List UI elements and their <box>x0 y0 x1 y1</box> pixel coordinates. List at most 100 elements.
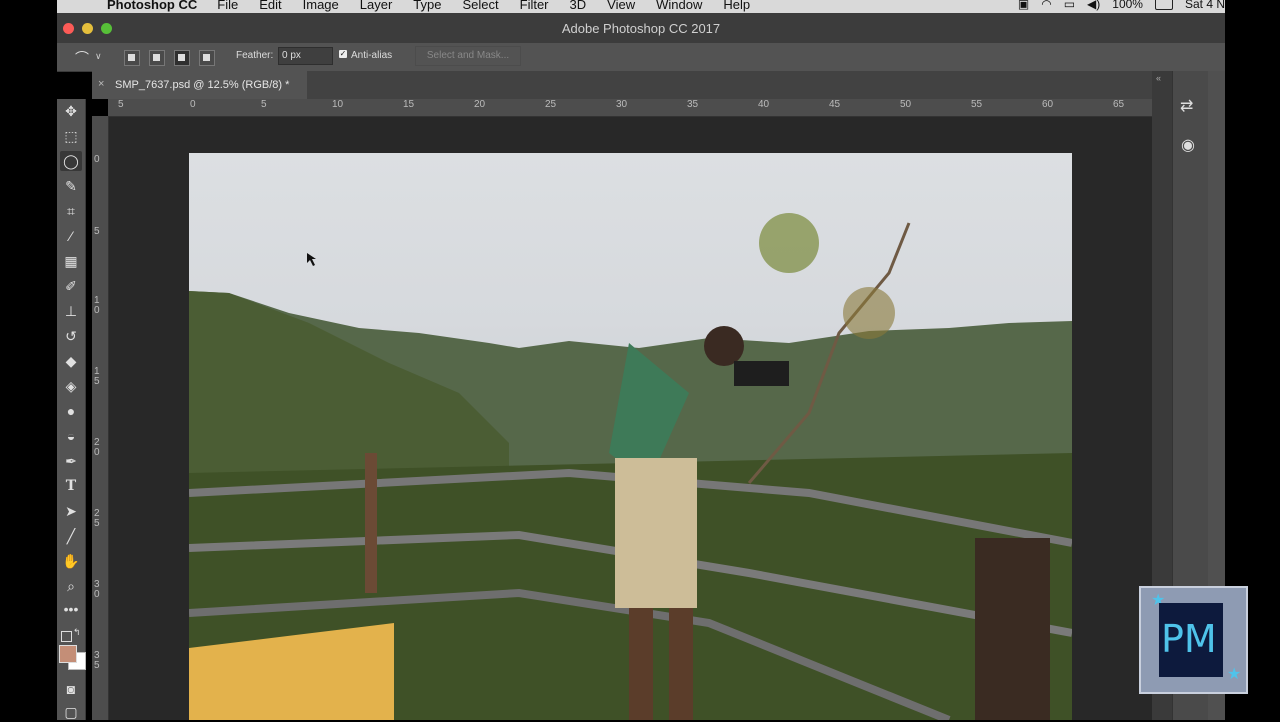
ruler-label: 5 <box>94 226 100 237</box>
foreground-color-swatch[interactable] <box>59 645 77 663</box>
channel-logo: ★ PM ★ <box>1139 586 1248 694</box>
default-colors-icon[interactable] <box>61 631 72 642</box>
menu-layer[interactable]: Layer <box>360 0 393 12</box>
gradient-tool-icon[interactable]: ◈ <box>60 376 82 396</box>
canvas-area[interactable] <box>109 117 1152 720</box>
ruler-label: 50 <box>900 99 912 110</box>
screen-mode-icon[interactable]: ▢ <box>60 702 82 722</box>
marquee-tool-icon[interactable]: ⬚ <box>60 126 82 146</box>
path-selection-tool-icon[interactable]: ➤ <box>60 501 82 521</box>
ruler-label: 0 <box>190 99 196 110</box>
window-title-bar: Adobe Photoshop CC 2017 <box>57 13 1225 43</box>
eyedropper-tool-icon[interactable]: ⁄ <box>60 226 82 246</box>
zoom-tool-icon[interactable]: ⌕ <box>60 576 82 596</box>
dodge-tool-icon[interactable]: ◒ <box>60 426 82 446</box>
subtract-from-selection-button[interactable] <box>174 50 190 66</box>
antialias-checkbox[interactable]: ✓ <box>339 50 347 58</box>
move-tool-icon[interactable]: ✥ <box>60 101 82 121</box>
lasso-preset-icon[interactable]: ⌒ <box>75 48 89 68</box>
eraser-tool-icon[interactable]: ◆ <box>60 351 82 371</box>
star-icon: ★ <box>1227 666 1242 683</box>
quick-select-tool-icon[interactable]: ✎ <box>60 176 82 196</box>
ruler-label: 3 0 <box>94 579 100 600</box>
options-bar: ⌒ ∨ Feather: 0 px ✓ Anti-alias Select an… <box>57 43 1225 72</box>
ruler-label: 40 <box>758 99 770 110</box>
quick-mask-icon[interactable]: ◙ <box>60 679 82 699</box>
menu-file[interactable]: File <box>217 0 238 12</box>
ruler-label: 15 <box>403 99 415 110</box>
airplay-icon[interactable]: ▭ <box>1064 0 1075 11</box>
ruler-label: 2 5 <box>94 508 100 529</box>
menu-help[interactable]: Help <box>723 0 750 12</box>
close-tab-icon[interactable]: × <box>98 78 104 90</box>
camera-status-icon[interactable]: ▣ <box>1018 0 1029 11</box>
swap-colors-icon[interactable]: ↰ <box>73 627 81 638</box>
window-title: Adobe Photoshop CC 2017 <box>561 21 721 36</box>
menu-window[interactable]: Window <box>656 0 702 12</box>
menu-3d[interactable]: 3D <box>570 0 587 12</box>
line-tool-icon[interactable]: ╱ <box>60 526 82 546</box>
ruler-label: 5 <box>261 99 267 110</box>
properties-panel-icon[interactable]: ⇄ <box>1180 96 1193 116</box>
menu-app-name[interactable]: Photoshop CC <box>107 0 197 12</box>
photo-illustration <box>189 213 1072 720</box>
type-tool-icon[interactable]: T <box>60 476 82 496</box>
ruler-label: 25 <box>545 99 557 110</box>
chevron-down-icon[interactable]: ∨ <box>95 51 102 62</box>
menu-select[interactable]: Select <box>462 0 498 12</box>
ruler-label: 1 5 <box>94 366 100 387</box>
ruler-label: 45 <box>829 99 841 110</box>
tools-panel: ✥ ⬚ ◯ ✎ ⌗ ⁄ ▦ ✐ ⊥ ↺ ◆ ◈ ● ◒ ✒ T ➤ ╱ ✋ ⌕ … <box>57 99 86 720</box>
ruler-label: 10 <box>332 99 344 110</box>
document-tab-bar: × SMP_7637.psd @ 12.5% (RGB/8) * <box>92 71 1154 99</box>
menu-view[interactable]: View <box>607 0 635 12</box>
ruler-label: 20 <box>474 99 486 110</box>
menu-filter[interactable]: Filter <box>520 0 549 12</box>
brush-tool-icon[interactable]: ✐ <box>60 276 82 296</box>
battery-icon[interactable] <box>1154 0 1173 10</box>
clone-stamp-tool-icon[interactable]: ⊥ <box>60 301 82 321</box>
ruler-label: 3 5 <box>94 650 100 671</box>
ruler-label: 0 <box>94 154 100 165</box>
lasso-tool-icon[interactable]: ◯ <box>60 151 82 171</box>
ruler-label: 60 <box>1042 99 1054 110</box>
antialias-label: Anti-alias <box>351 50 393 61</box>
document-tab[interactable]: × SMP_7637.psd @ 12.5% (RGB/8) * <box>92 71 307 99</box>
document-image[interactable] <box>189 153 1072 720</box>
menu-image[interactable]: Image <box>303 0 339 12</box>
menu-clock[interactable]: Sat 4 N <box>1185 0 1225 11</box>
hand-tool-icon[interactable]: ✋ <box>60 551 82 571</box>
horizontal-ruler: 5 0 5 10 15 20 25 30 35 40 45 50 55 60 6… <box>108 99 1152 117</box>
ruler-label: 1 0 <box>94 295 100 316</box>
menu-type[interactable]: Type <box>413 0 441 12</box>
ruler-label: 55 <box>971 99 983 110</box>
feather-input[interactable]: 0 px <box>278 47 333 65</box>
battery-percent: 100% <box>1112 0 1143 11</box>
logo-mark: PM <box>1159 603 1223 677</box>
healing-brush-tool-icon[interactable]: ▦ <box>60 251 82 271</box>
collapse-panels-icon[interactable]: « <box>1156 73 1161 83</box>
macos-menu-bar: Photoshop CC File Edit Image Layer Type … <box>57 0 1225 13</box>
wifi-icon[interactable]: ◠ <box>1041 0 1051 11</box>
logo-text: PM <box>1161 617 1217 661</box>
crop-tool-icon[interactable]: ⌗ <box>60 201 82 221</box>
volume-icon[interactable]: ◀) <box>1087 0 1100 11</box>
ruler-label: 35 <box>687 99 699 110</box>
new-selection-button[interactable] <box>124 50 140 66</box>
feather-label: Feather: <box>236 50 274 61</box>
ruler-label: 30 <box>616 99 628 110</box>
intersect-selection-button[interactable] <box>199 50 215 66</box>
pen-tool-icon[interactable]: ✒ <box>60 451 82 471</box>
blur-tool-icon[interactable]: ● <box>60 401 82 421</box>
ruler-label: 2 0 <box>94 437 100 458</box>
vertical-ruler: 0 5 1 0 1 5 2 0 2 5 3 0 3 5 <box>92 116 109 720</box>
camera-panel-icon[interactable]: ◉ <box>1181 135 1195 155</box>
left-black-margin <box>0 0 57 720</box>
add-to-selection-button[interactable] <box>149 50 165 66</box>
ruler-label: 5 <box>118 99 124 110</box>
more-tools-icon[interactable]: ••• <box>60 599 82 619</box>
ruler-label: 65 <box>1113 99 1125 110</box>
select-and-mask-button[interactable]: Select and Mask... <box>415 46 521 66</box>
menu-edit[interactable]: Edit <box>259 0 281 12</box>
history-brush-tool-icon[interactable]: ↺ <box>60 326 82 346</box>
